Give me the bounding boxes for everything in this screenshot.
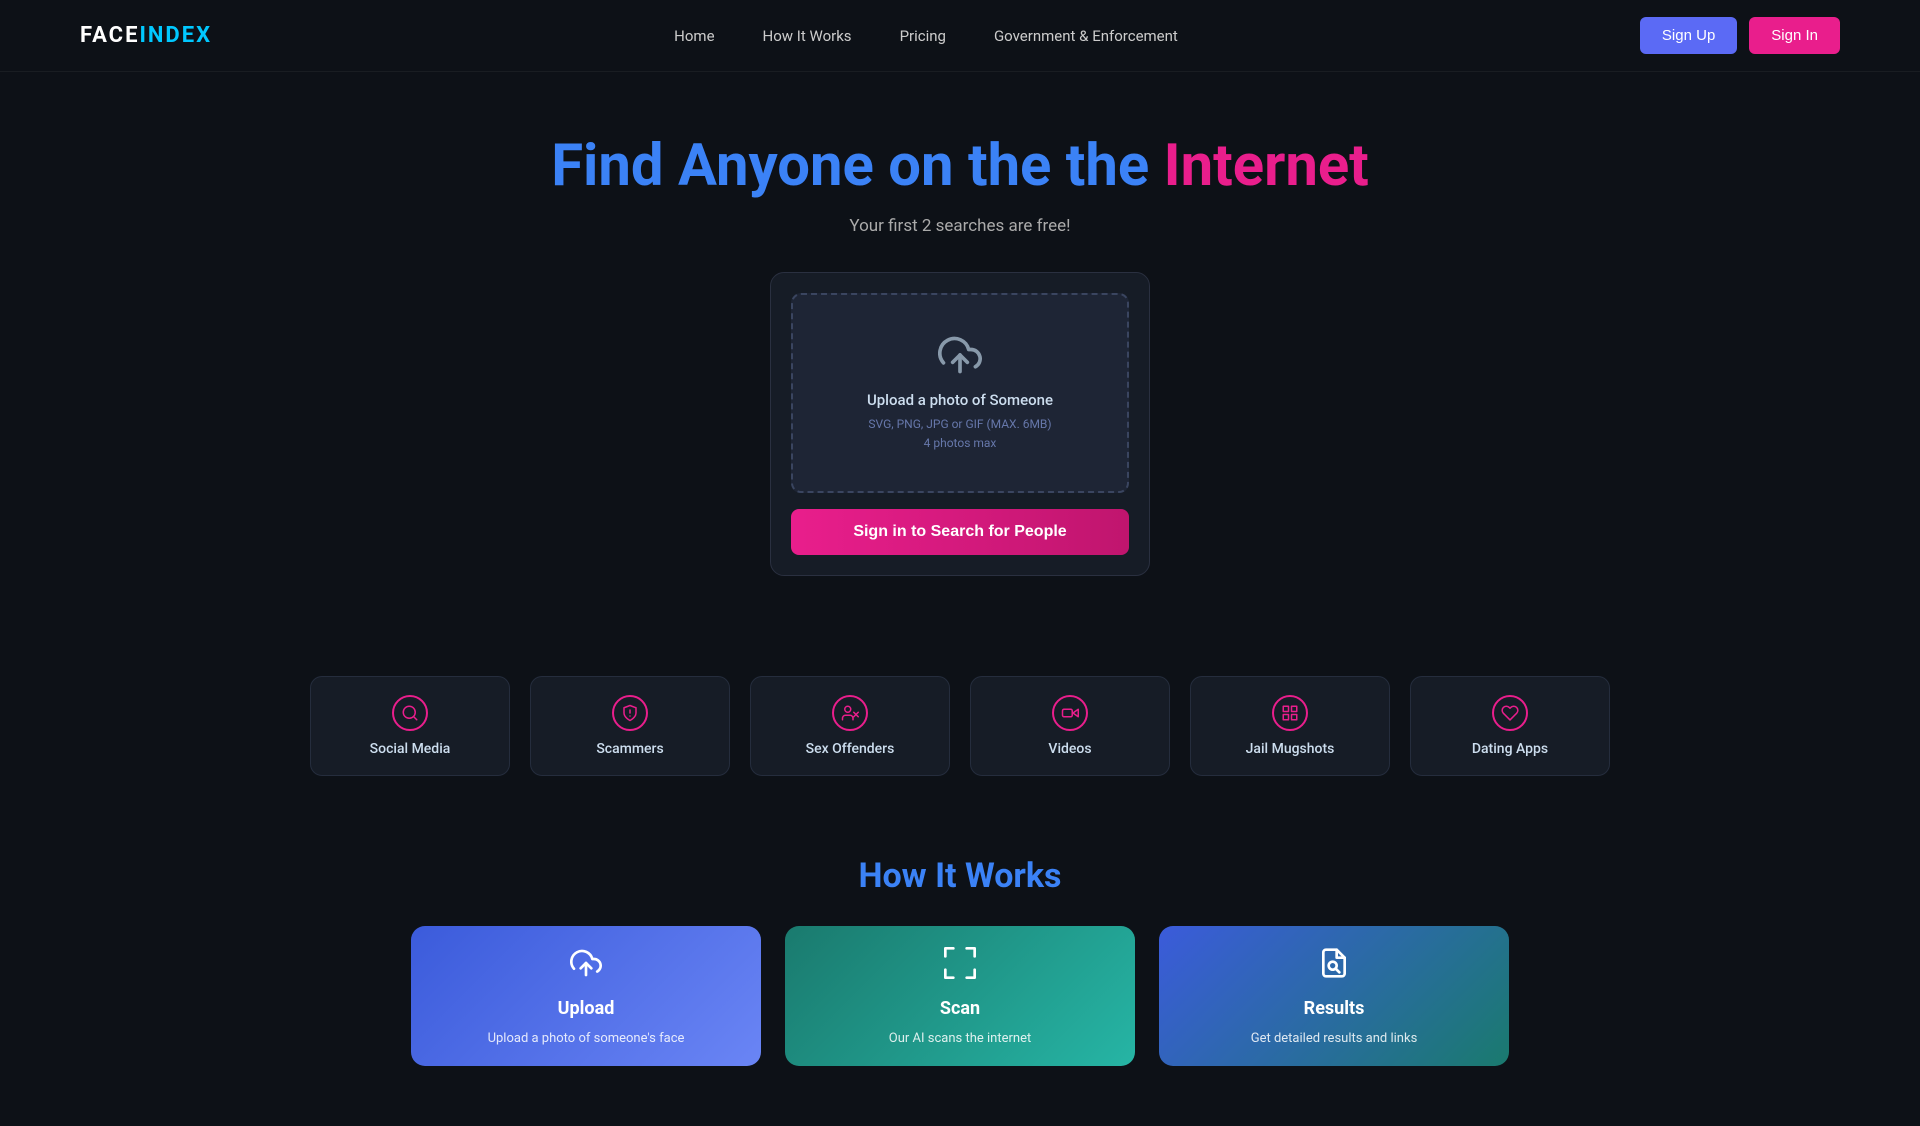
hero-subtitle: Your first 2 searches are free! (20, 216, 1900, 236)
upload-icon (938, 333, 982, 377)
how-results-title: Results (1304, 998, 1365, 1019)
feature-jail-mugshots[interactable]: Jail Mugshots (1190, 676, 1390, 776)
sex-offenders-label: Sex Offenders (806, 741, 895, 757)
features-row: Social Media Scammers Sex Offenders (0, 656, 1920, 826)
social-media-label: Social Media (370, 741, 451, 757)
how-upload-desc: Upload a photo of someone's face (488, 1031, 685, 1046)
how-upload-icon (570, 947, 602, 986)
dating-apps-icon (1492, 695, 1528, 731)
nav-links: Home How It Works Pricing Government & E… (674, 27, 1178, 45)
social-media-icon (392, 695, 428, 731)
nav-home[interactable]: Home (674, 27, 714, 45)
headline-blue: Find Anyone on the the (551, 132, 1149, 200)
logo-face: FACE (80, 23, 139, 48)
how-results-icon (1318, 947, 1350, 986)
search-button[interactable]: Sign in to Search for People (791, 509, 1129, 555)
feature-scammers[interactable]: Scammers (530, 676, 730, 776)
hero-section: Find Anyone on the the Internet Your fir… (0, 72, 1920, 656)
how-results-desc: Get detailed results and links (1251, 1031, 1418, 1046)
how-card-scan: Scan Our AI scans the internet (785, 926, 1135, 1066)
logo-index: INDEX (139, 23, 212, 48)
hero-headline: Find Anyone on the the Internet (20, 132, 1900, 200)
how-scan-title: Scan (940, 998, 980, 1019)
scammers-label: Scammers (596, 741, 663, 757)
feature-sex-offenders[interactable]: Sex Offenders (750, 676, 950, 776)
nav-actions: Sign Up Sign In (1640, 17, 1840, 54)
headline-pink: Internet (1164, 132, 1369, 200)
videos-label: Videos (1048, 741, 1091, 757)
how-upload-title: Upload (558, 998, 615, 1019)
how-cards: Upload Upload a photo of someone's face … (200, 926, 1720, 1066)
dropzone-main-text: Upload a photo of Someone (867, 391, 1053, 409)
how-card-upload: Upload Upload a photo of someone's face (411, 926, 761, 1066)
nav-government[interactable]: Government & Enforcement (994, 27, 1178, 45)
navbar: FACEINDEX Home How It Works Pricing Gove… (0, 0, 1920, 72)
sex-offenders-icon (832, 695, 868, 731)
upload-dropzone[interactable]: Upload a photo of Someone SVG, PNG, JPG … (791, 293, 1129, 493)
jail-mugshots-label: Jail Mugshots (1246, 741, 1335, 757)
scammers-icon (612, 695, 648, 731)
how-it-works-title: How It Works (200, 856, 1720, 896)
logo: FACEINDEX (80, 23, 212, 48)
signup-button[interactable]: Sign Up (1640, 17, 1737, 54)
how-scan-icon (944, 947, 976, 986)
feature-videos[interactable]: Videos (970, 676, 1170, 776)
how-it-works-section: How It Works Upload Upload a photo of so… (0, 826, 1920, 1126)
feature-social-media[interactable]: Social Media (310, 676, 510, 776)
feature-dating-apps[interactable]: Dating Apps (1410, 676, 1610, 776)
nav-how-it-works[interactable]: How It Works (763, 27, 852, 45)
videos-icon (1052, 695, 1088, 731)
upload-card: Upload a photo of Someone SVG, PNG, JPG … (770, 272, 1150, 576)
nav-pricing[interactable]: Pricing (900, 27, 946, 45)
how-card-results: Results Get detailed results and links (1159, 926, 1509, 1066)
dropzone-sub-text: SVG, PNG, JPG or GIF (MAX. 6MB) 4 photos… (868, 415, 1051, 453)
dating-apps-label: Dating Apps (1472, 741, 1548, 757)
how-scan-desc: Our AI scans the internet (889, 1031, 1031, 1046)
signin-button[interactable]: Sign In (1749, 17, 1840, 54)
upload-container: Upload a photo of Someone SVG, PNG, JPG … (20, 272, 1900, 576)
jail-mugshots-icon (1272, 695, 1308, 731)
